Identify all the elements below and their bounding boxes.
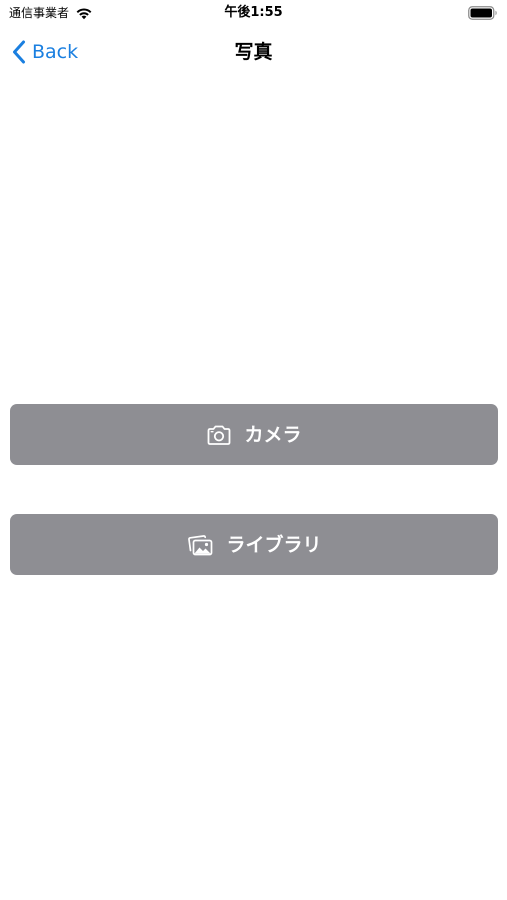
library-button[interactable]: ライブラリ — [10, 514, 498, 575]
camera-icon — [208, 425, 231, 445]
photo-library-icon — [188, 534, 213, 555]
status-time: 午後1:55 — [224, 5, 283, 20]
page-title: 写真 — [234, 41, 273, 63]
battery-full-icon — [468, 6, 497, 20]
status-bar: 通信事業者 午後1:55 — [0, 0, 507, 28]
photo-screen: 通信事業者 午後1:55 Back 写真 カメラ ライブラリ — [0, 0, 507, 900]
camera-button[interactable]: カメラ — [10, 404, 498, 465]
navigation-bar: Back 写真 — [0, 30, 507, 74]
camera-button-label: カメラ — [244, 423, 302, 446]
library-button-label: ライブラリ — [226, 533, 322, 556]
